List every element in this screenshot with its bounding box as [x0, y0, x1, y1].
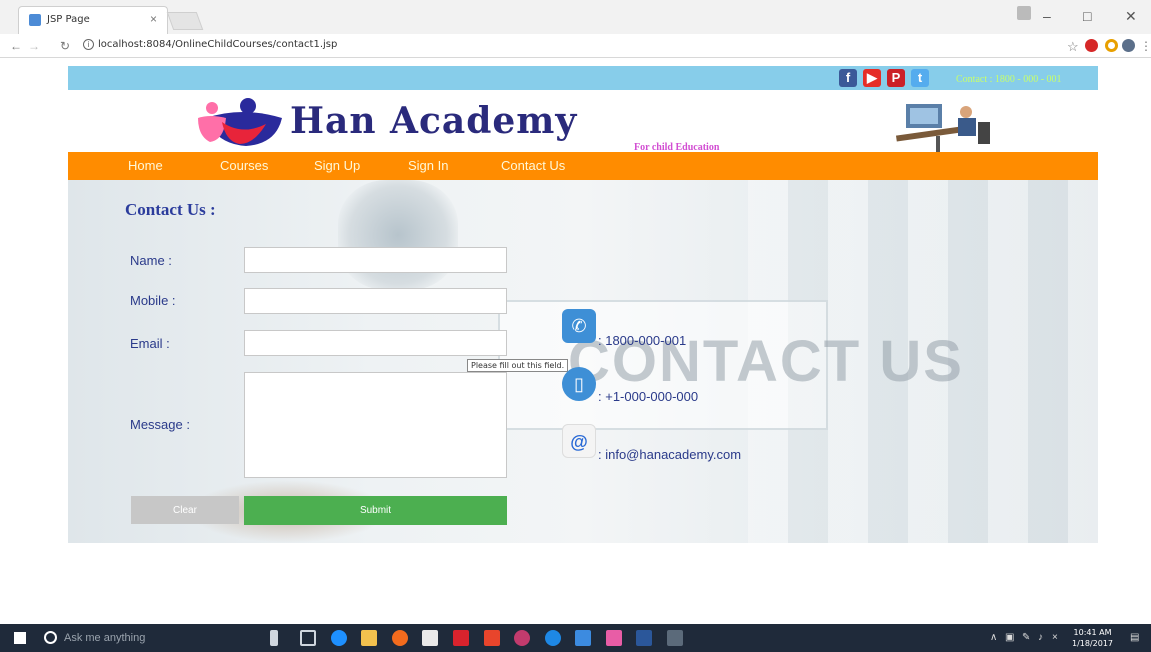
- taskbar-search[interactable]: Ask me anything: [64, 632, 145, 644]
- nav-home[interactable]: Home: [128, 158, 163, 173]
- task-view-icon[interactable]: [300, 630, 316, 646]
- mobile-icon: ▯: [562, 367, 596, 401]
- word-icon[interactable]: [636, 630, 652, 646]
- pen-icon[interactable]: ✎: [1022, 632, 1030, 643]
- top-contact-number: Contact : 1800 - 000 - 001: [956, 74, 1062, 85]
- reload-icon[interactable]: ↻: [60, 39, 70, 53]
- email-address: : info@hanacademy.com: [598, 447, 742, 462]
- new-tab-button[interactable]: [166, 12, 204, 30]
- submit-button[interactable]: Submit: [244, 496, 507, 525]
- main-nav: Home Courses Sign Up Sign In Contact Us: [68, 152, 1098, 180]
- top-strip: f ▶ P t Contact : 1800 - 000 - 001: [68, 66, 1098, 90]
- netbeans-icon[interactable]: [575, 630, 591, 646]
- nav-sign-in[interactable]: Sign In: [408, 158, 448, 173]
- desk-illustration: [896, 104, 990, 152]
- url-field[interactable]: localhost:8084/OnlineChildCourses/contac…: [98, 39, 337, 50]
- clock-date: 1/18/2017: [1072, 639, 1114, 648]
- pinterest-icon[interactable]: P: [887, 69, 905, 87]
- profile-icon[interactable]: [1017, 6, 1031, 20]
- star-icon[interactable]: ☆: [1067, 39, 1079, 55]
- name-label: Name :: [130, 253, 172, 268]
- maximize-icon[interactable]: □: [1083, 8, 1091, 24]
- app-icon[interactable]: [514, 630, 530, 646]
- info-icon[interactable]: i: [83, 39, 94, 50]
- file-explorer-icon[interactable]: [361, 630, 377, 646]
- photos-icon[interactable]: [667, 630, 683, 646]
- forward-icon[interactable]: →: [28, 39, 40, 53]
- microphone-icon[interactable]: [270, 630, 278, 646]
- volume-icon[interactable]: ♪: [1038, 632, 1043, 643]
- network-icon[interactable]: ▣: [1005, 632, 1014, 643]
- extension-icon[interactable]: [1105, 39, 1118, 52]
- chrome-icon[interactable]: [392, 630, 408, 646]
- web-page: f ▶ P t Contact : 1800 - 000 - 001 Han A…: [68, 66, 1098, 543]
- edge-icon[interactable]: [331, 630, 347, 646]
- tab-title: JSP Page: [47, 14, 90, 25]
- mobile-number: : +1-000-000-000: [598, 389, 699, 404]
- tab-close-icon[interactable]: ×: [150, 12, 157, 26]
- clock[interactable]: 10:41 AM 1/18/2017: [1072, 627, 1113, 649]
- close-window-icon[interactable]: ✕: [1125, 8, 1137, 25]
- background-blur: [338, 180, 458, 290]
- message-label: Message :: [130, 417, 190, 432]
- back-icon[interactable]: ←: [10, 39, 22, 53]
- nav-sign-up[interactable]: Sign Up: [314, 158, 360, 173]
- favicon-icon: [29, 14, 41, 26]
- message-field[interactable]: [244, 372, 507, 478]
- menu-icon[interactable]: ⋮: [1140, 39, 1151, 53]
- address-bar: ← → ↻ i localhost:8084/OnlineChildCourse…: [0, 34, 1151, 58]
- browser-tab[interactable]: JSP Page ×: [18, 6, 168, 34]
- store-icon[interactable]: [422, 630, 438, 646]
- phone-number: : 1800-000-001: [598, 333, 687, 348]
- app-icon[interactable]: [606, 630, 622, 646]
- youtube-icon[interactable]: ▶: [863, 69, 881, 87]
- browser-tab-bar: JSP Page × – □ ✕: [0, 0, 1151, 34]
- contact-heading: Contact Us :: [125, 200, 216, 219]
- tray-chevron-icon[interactable]: ∧: [990, 632, 997, 643]
- twitter-icon[interactable]: t: [911, 69, 929, 87]
- logo-icon: [198, 98, 282, 146]
- notifications-icon[interactable]: ▤: [1130, 632, 1139, 643]
- language-icon[interactable]: ×: [1052, 632, 1058, 643]
- phone-icon: ✆: [562, 309, 596, 343]
- mobile-field[interactable]: [244, 288, 507, 314]
- email-icon: @: [562, 424, 596, 458]
- email-field[interactable]: [244, 330, 507, 356]
- contact-section: CONTACT US Contact Us : Name : Mobile : …: [68, 180, 1098, 543]
- teamviewer-icon[interactable]: [545, 630, 561, 646]
- mobile-label: Mobile :: [130, 293, 176, 308]
- windows-start-icon[interactable]: [14, 632, 26, 644]
- logo-text: Han Academy: [290, 100, 578, 142]
- adblock-icon[interactable]: [1085, 39, 1098, 52]
- nav-contact-us[interactable]: Contact Us: [501, 158, 565, 173]
- clear-button[interactable]: Clear: [131, 496, 239, 524]
- cortana-icon[interactable]: [44, 631, 57, 644]
- facebook-icon[interactable]: f: [839, 69, 857, 87]
- validation-tooltip: Please fill out this field.: [467, 359, 569, 372]
- email-label: Email :: [130, 336, 170, 351]
- site-header: Han Academy For child Education: [68, 90, 1098, 153]
- minimize-icon[interactable]: –: [1043, 8, 1051, 24]
- clock-time: 10:41 AM: [1073, 628, 1112, 637]
- shield-icon[interactable]: [1122, 39, 1135, 52]
- name-field[interactable]: [244, 247, 507, 273]
- taskbar: Ask me anything ∧ ▣ ✎ ♪ × 10:41 AM 1/18/…: [0, 624, 1151, 652]
- powerpoint-icon[interactable]: [484, 630, 500, 646]
- mail-icon[interactable]: [453, 630, 469, 646]
- nav-courses[interactable]: Courses: [220, 158, 268, 173]
